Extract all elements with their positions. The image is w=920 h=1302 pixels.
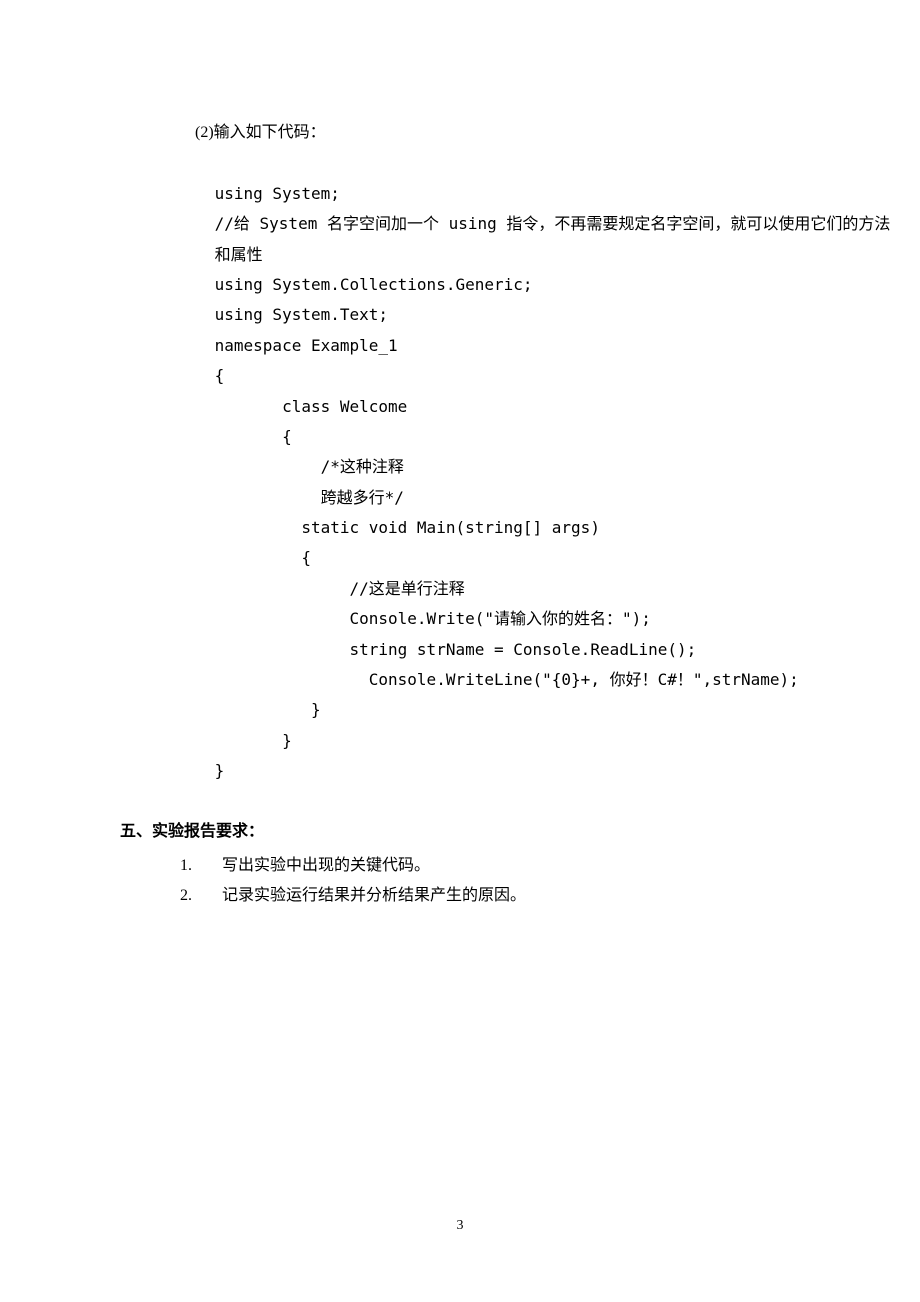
list-item: 2. 记录实验运行结果并分析结果产生的原因。 xyxy=(180,881,800,911)
code-line: } xyxy=(205,761,224,780)
code-block: using System; //给 System 名字空间加一个 using 指… xyxy=(205,148,800,786)
code-line: class Welcome xyxy=(205,397,407,416)
code-line: //给 System 名字空间加一个 using 指令，不再需要规定名字空间，就… xyxy=(205,214,890,233)
code-line: Console.WriteLine("{0}+, 你好！C#！",strName… xyxy=(205,670,799,689)
list-item: 1. 写出实验中出现的关键代码。 xyxy=(180,851,800,881)
code-line: 和属性 xyxy=(205,245,263,264)
code-line: { xyxy=(205,427,292,446)
page-number: 3 xyxy=(0,1213,920,1240)
code-line: } xyxy=(205,700,321,719)
code-line: 跨越多行*/ xyxy=(205,488,404,507)
code-line: string strName = Console.ReadLine(); xyxy=(205,640,696,659)
list-text: 记录实验运行结果并分析结果产生的原因。 xyxy=(222,881,526,911)
code-line: /*这种注释 xyxy=(205,457,404,476)
code-line: namespace Example_1 xyxy=(205,336,398,355)
code-line: using System.Text; xyxy=(205,305,388,324)
code-line: using System.Collections.Generic; xyxy=(205,275,533,294)
intro-line: (2)输入如下代码： xyxy=(195,118,800,148)
list-number: 1. xyxy=(180,851,222,881)
list-number: 2. xyxy=(180,881,222,911)
code-line: { xyxy=(205,548,311,567)
section-heading: 五、实验报告要求： xyxy=(120,817,800,847)
code-line: static void Main(string[] args) xyxy=(205,518,600,537)
code-line: //这是单行注释 xyxy=(205,579,465,598)
code-line: Console.Write("请输入你的姓名："); xyxy=(205,609,651,628)
code-line: } xyxy=(205,731,292,750)
list-text: 写出实验中出现的关键代码。 xyxy=(222,851,430,881)
code-line: { xyxy=(205,366,224,385)
code-line: using System; xyxy=(205,184,340,203)
